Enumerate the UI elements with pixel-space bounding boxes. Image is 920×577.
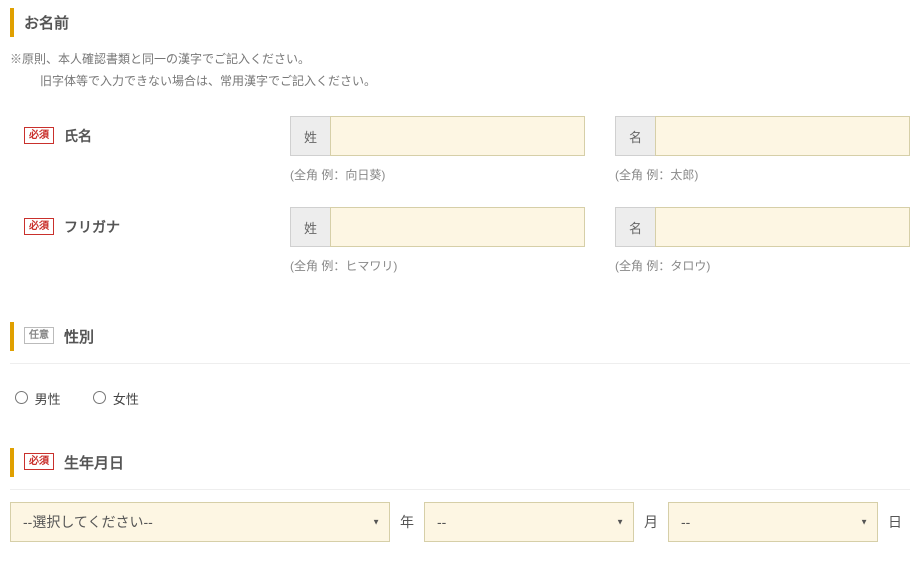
select-wrap-era: --選択してください-- bbox=[10, 502, 390, 542]
row-label-furigana: 必須 フリガナ bbox=[10, 207, 290, 237]
label-furigana: フリガナ bbox=[64, 217, 120, 237]
radio-row-gender: 男性 女性 bbox=[10, 376, 910, 408]
section-title-dob-text: 生年月日 bbox=[64, 452, 124, 473]
input-mei-kana[interactable] bbox=[655, 207, 910, 247]
section-title-gender: 任意 性別 bbox=[10, 322, 910, 351]
prefix-sei: 姓 bbox=[290, 116, 330, 156]
prefix-mei-kana: 名 bbox=[615, 207, 655, 247]
radio-text-male: 男性 bbox=[35, 392, 61, 407]
prefix-sei-kana: 姓 bbox=[290, 207, 330, 247]
badge-required: 必須 bbox=[24, 453, 54, 470]
select-wrap-day: -- bbox=[668, 502, 878, 542]
input-sei[interactable] bbox=[330, 116, 585, 156]
radio-text-female: 女性 bbox=[113, 392, 139, 407]
input-mei[interactable] bbox=[655, 116, 910, 156]
hint-mei: (全角 例：太郎) bbox=[615, 166, 910, 183]
input-pair-sei-kana: 姓 bbox=[290, 207, 585, 247]
badge-optional: 任意 bbox=[24, 327, 54, 344]
radio-label-male[interactable]: 男性 bbox=[10, 392, 64, 407]
select-day[interactable]: -- bbox=[668, 502, 878, 542]
input-pair-mei-kana: 名 bbox=[615, 207, 910, 247]
unit-month: 月 bbox=[644, 512, 658, 532]
select-month[interactable]: -- bbox=[424, 502, 634, 542]
badge-required: 必須 bbox=[24, 127, 54, 144]
row-shimei: 必須 氏名 姓 (全角 例：向日葵) 名 (全角 例：太郎) bbox=[10, 100, 910, 191]
row-label-shimei: 必須 氏名 bbox=[10, 116, 290, 146]
unit-year: 年 bbox=[400, 512, 414, 532]
hint-sei-kana: (全角 例：ヒマワリ) bbox=[290, 257, 585, 274]
prefix-mei: 名 bbox=[615, 116, 655, 156]
note-line-1: ※原則、本人確認書類と同一の漢字でご記入ください。 bbox=[10, 49, 910, 71]
input-sei-kana[interactable] bbox=[330, 207, 585, 247]
hint-sei: (全角 例：向日葵) bbox=[290, 166, 585, 183]
input-pair-sei: 姓 bbox=[290, 116, 585, 156]
row-furigana: 必須 フリガナ 姓 (全角 例：ヒマワリ) 名 (全角 例：タロウ) bbox=[10, 191, 910, 282]
section-title-gender-text: 性別 bbox=[64, 326, 94, 347]
section-title-dob: 必須 生年月日 bbox=[10, 448, 910, 477]
radio-female[interactable] bbox=[93, 391, 106, 404]
note-line-2: 旧字体等で入力できない場合は、常用漢字でご記入ください。 bbox=[10, 71, 910, 93]
hint-mei-kana: (全角 例：タロウ) bbox=[615, 257, 910, 274]
select-wrap-month: -- bbox=[424, 502, 634, 542]
select-era[interactable]: --選択してください-- bbox=[10, 502, 390, 542]
label-shimei: 氏名 bbox=[64, 126, 92, 146]
badge-required: 必須 bbox=[24, 218, 54, 235]
radio-male[interactable] bbox=[15, 391, 28, 404]
radio-label-female[interactable]: 女性 bbox=[88, 392, 139, 407]
notes-block: ※原則、本人確認書類と同一の漢字でご記入ください。 旧字体等で入力できない場合は… bbox=[10, 49, 910, 92]
input-pair-mei: 名 bbox=[615, 116, 910, 156]
unit-day: 日 bbox=[888, 512, 902, 532]
divider bbox=[10, 363, 910, 364]
dob-row: --選択してください-- 年 -- 月 -- 日 bbox=[10, 502, 910, 542]
divider bbox=[10, 489, 910, 490]
section-title-name: お名前 bbox=[10, 8, 910, 37]
section-title-name-text: お名前 bbox=[24, 12, 69, 33]
